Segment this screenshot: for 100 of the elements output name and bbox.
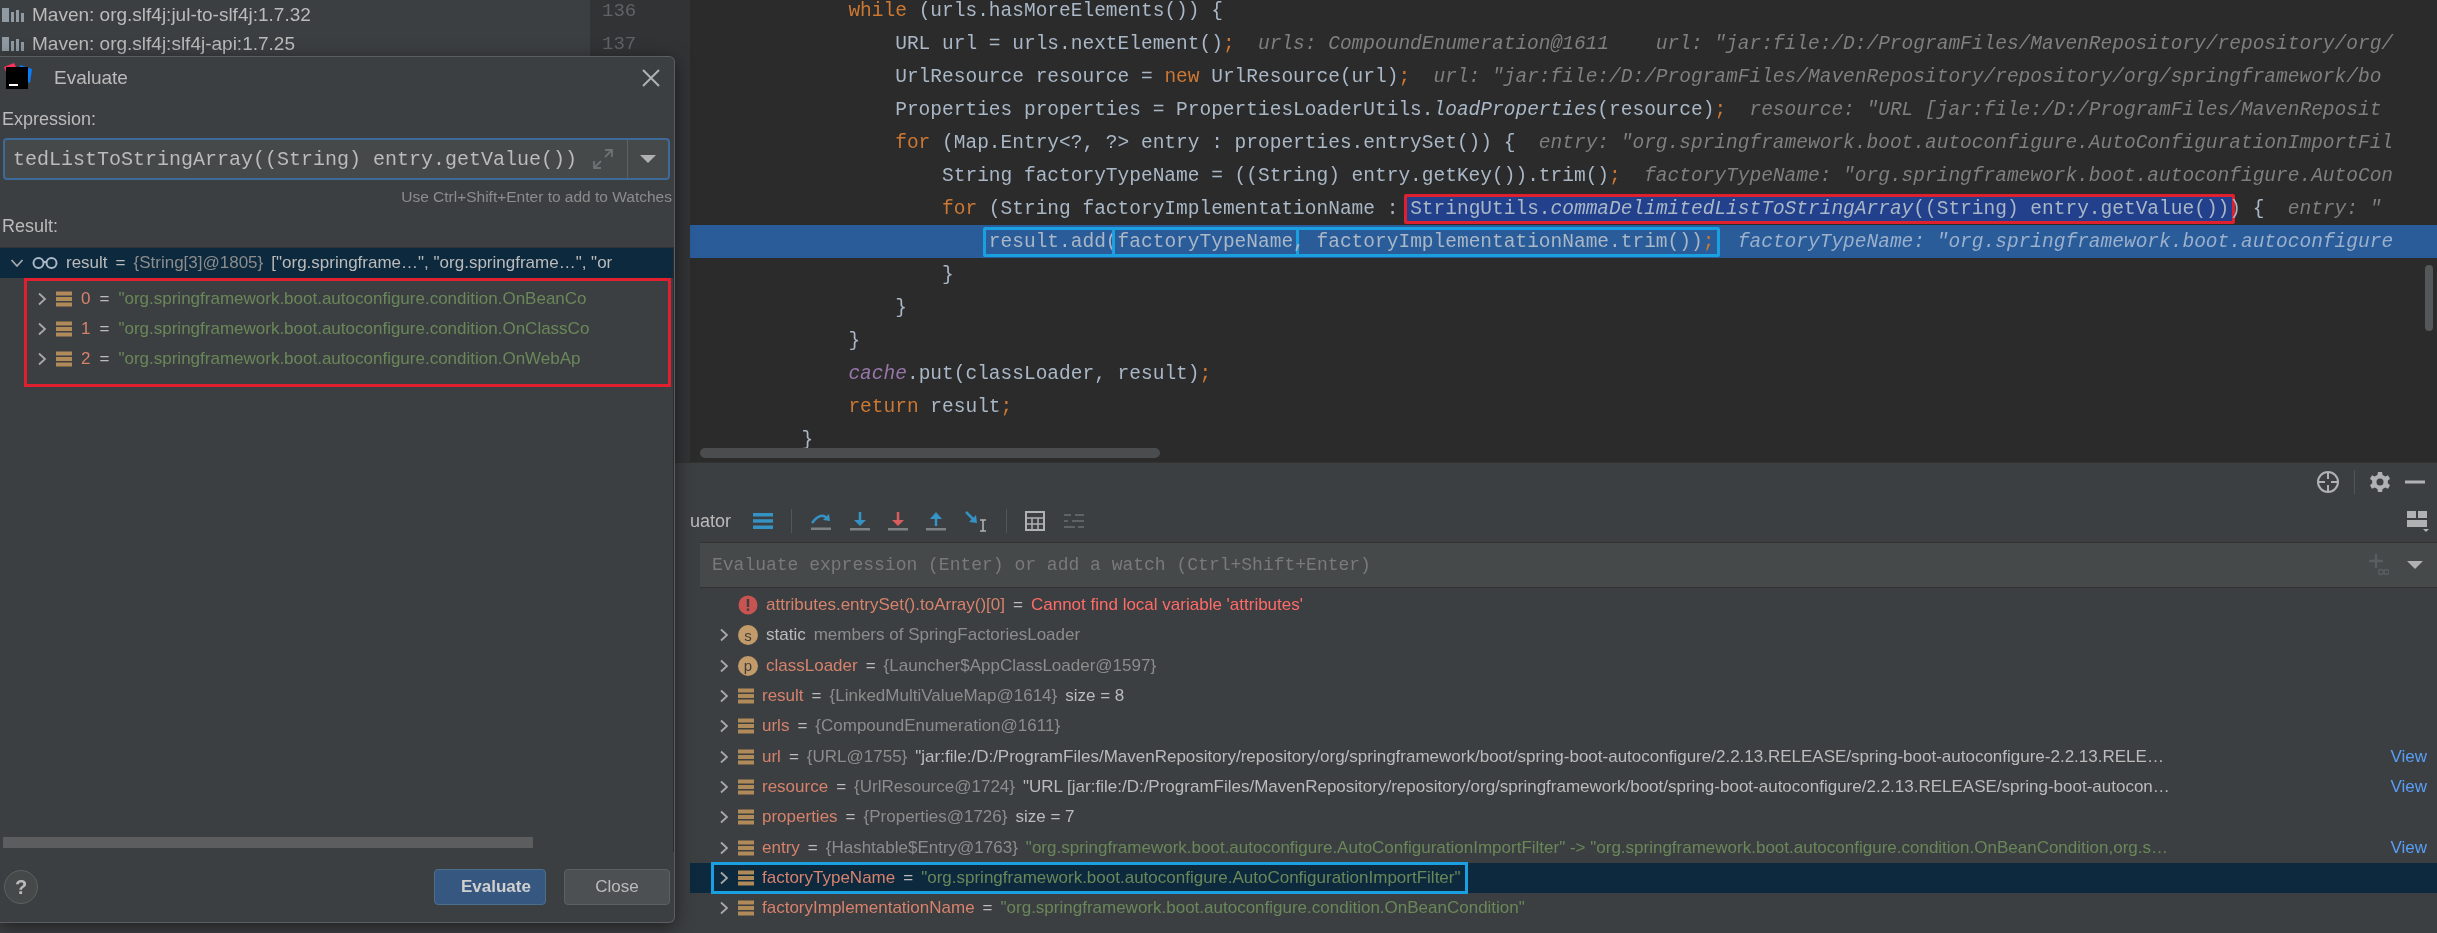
chevron-right-icon[interactable] xyxy=(719,658,729,673)
settings-icon[interactable] xyxy=(2369,470,2391,493)
view-link[interactable]: View xyxy=(2382,776,2427,797)
equals-sign: = xyxy=(1013,595,1023,616)
equals-sign: = xyxy=(99,349,110,369)
variable-name: attributes.entrySet().toArray()[0] xyxy=(766,595,1006,616)
glasses-icon xyxy=(32,256,58,270)
equals-sign: = xyxy=(788,746,799,767)
member-badge: s xyxy=(738,625,758,646)
chevron-right-icon[interactable] xyxy=(719,749,729,764)
variable-value: size = 7 xyxy=(1015,807,1075,828)
stack-icon xyxy=(738,778,754,795)
calculator-icon[interactable] xyxy=(1025,511,1046,531)
expression-label: Expression: xyxy=(1,108,98,131)
chevron-right-icon[interactable] xyxy=(37,352,47,366)
scrollbar[interactable] xyxy=(2425,265,2433,331)
result-label: Result: xyxy=(1,215,60,238)
result-item[interactable]: 0 = "org.springframework.boot.autoconfigure.condition.OnBeanCo xyxy=(27,284,668,314)
member-badge: p xyxy=(738,655,758,676)
scrollbar[interactable] xyxy=(700,448,1160,458)
equals-sign: = xyxy=(115,253,126,273)
variable-name: classLoader xyxy=(766,655,858,676)
evaluate-button[interactable]: Evaluate xyxy=(434,869,546,905)
chevron-right-icon[interactable] xyxy=(719,901,729,916)
variable-row[interactable]: s static members of SpringFactoriesLoader xyxy=(690,620,2437,651)
run-to-cursor-icon[interactable] xyxy=(964,510,989,532)
variable-row[interactable]: factoryTypeName = "org.springframework.boot.autoconfigure.AutoConfigurationImportFilter" xyxy=(690,862,2437,893)
chevron-right-icon[interactable] xyxy=(719,810,729,825)
stack-icon xyxy=(738,748,754,765)
type-label: {String[3]@1805} xyxy=(133,253,264,273)
code-text: } xyxy=(895,296,907,319)
equals-sign: = xyxy=(845,807,856,828)
type-label: {Launcher$AppClassLoader@1597} xyxy=(883,655,1157,676)
minimize-icon[interactable] xyxy=(2405,479,2425,484)
chevron-right-icon[interactable] xyxy=(719,779,729,794)
inline-value-hint: urls: CompoundEnumeration@1611 xyxy=(1257,32,1610,55)
variable-value: ["org.springframe…", "org.springframe…", "or xyxy=(271,253,613,273)
variable-row[interactable]: p classLoader = {Launcher$AppClassLoader@1597} xyxy=(690,650,2437,681)
chevron-right-icon[interactable] xyxy=(719,689,729,704)
result-item[interactable]: 1 = "org.springframework.boot.autoconfigure.condition.OnClassCo xyxy=(27,314,668,344)
help-button[interactable]: ? xyxy=(4,870,38,904)
error-icon xyxy=(738,595,758,616)
close-icon[interactable] xyxy=(642,69,660,87)
chevron-right-icon[interactable] xyxy=(719,870,729,885)
inline-value-hint: url: "jar:file:/D:/ProgramFiles/MavenRepository/repository/org/ xyxy=(1655,32,2394,55)
force-step-into-icon[interactable] xyxy=(888,511,909,531)
chevron-right-icon[interactable] xyxy=(719,840,729,855)
result-item[interactable]: 2 = "org.springframework.boot.autoconfigure.condition.OnWebAp xyxy=(27,344,668,374)
layout-icon[interactable] xyxy=(2407,510,2429,532)
variable-row[interactable]: urls = {CompoundEnumeration@1611} xyxy=(690,711,2437,742)
variable-name: 0 xyxy=(81,289,91,309)
variable-name: properties xyxy=(762,807,838,828)
variable-row[interactable]: url = {URL@1755} "jar:file:/D:/ProgramFiles/MavenRepository/repository/org/springframework/boot/spring-boot-autoconfigure/2.2.13.RELEASE/spring-boot-autoconfigure-2.2.13.RELE… View xyxy=(690,741,2437,772)
expression-field[interactable]: tedListToStringArray((String) entry.getValue()) xyxy=(3,138,670,180)
caret-icon[interactable] xyxy=(640,154,656,164)
crosshair-icon[interactable] xyxy=(2316,469,2340,494)
code-text: URL url = urls.nextElement(); xyxy=(895,32,1235,55)
variable-row[interactable]: entry = {Hashtable$Entry@1763} "org.springframework.boot.autoconfigure.AutoConfigurationImportFilter" -> "org.springframework.boot.autoconfigure.condition.OnBeanCondition,org.s… View xyxy=(690,832,2437,863)
code-text: } xyxy=(942,263,954,286)
chevron-down-icon[interactable] xyxy=(10,258,24,268)
tree-item[interactable]: Maven: org.slf4j:jul-to-slf4j:1.7.32 xyxy=(0,0,590,29)
variable-value: "org.springframework.boot.autoconfigure.AutoConfigurationImportFilter" xyxy=(921,867,1461,888)
chevron-right-icon[interactable] xyxy=(37,292,47,306)
step-into-icon[interactable] xyxy=(850,511,871,531)
variable-name: resource xyxy=(762,776,829,797)
variable-row[interactable]: attributes.entrySet().toArray()[0] = Cannot find local variable 'attributes' xyxy=(690,590,2437,621)
inline-value-hint: url: "jar:file:/D:/ProgramFiles/MavenRepository/repository/org/springframework/bo xyxy=(1433,65,2382,88)
caret-icon[interactable] xyxy=(2407,560,2423,570)
close-button[interactable]: Close xyxy=(564,869,670,905)
variable-row[interactable]: properties = {Properties@1726} size = 7 xyxy=(690,802,2437,833)
chevron-right-icon[interactable] xyxy=(719,719,729,734)
code-text: String factoryTypeName = ((String) entry.getKey()).trim(); xyxy=(942,164,1621,187)
variable-name: url xyxy=(762,746,781,767)
tree-item[interactable]: Maven: org.slf4j:slf4j-api:1.7.25 xyxy=(0,29,590,58)
chevron-right-icon[interactable] xyxy=(719,628,729,643)
equals-sign: = xyxy=(99,289,110,309)
type-label: {Hashtable$Entry@1763} xyxy=(825,837,1018,858)
code-text: } xyxy=(848,329,861,352)
variable-value: "org.springframework.boot.autoconfigure.condition.OnWebAp xyxy=(118,349,581,369)
panel-tab[interactable]: uator xyxy=(690,510,732,532)
equals-sign: = xyxy=(903,867,914,888)
variable-row[interactable]: resource = {UrlResource@1724} "URL [jar:file:/D:/ProgramFiles/MavenRepository/repository/org/springframework/boot/spring-boot-autoconfigure/2.2.13.RELEASE/spring-boot-autocon… View xyxy=(690,771,2437,803)
result-row[interactable]: result = {String[3]@1805} ["org.springframe…", "org.springframe…", "or xyxy=(0,248,673,278)
library-icon xyxy=(2,5,24,24)
chevron-right-icon[interactable] xyxy=(37,322,47,336)
code-text: while (urls.hasMoreElements()) { xyxy=(848,0,1223,22)
code-text: return result; xyxy=(848,395,1013,418)
list-icon[interactable] xyxy=(753,512,774,530)
view-link[interactable]: View xyxy=(2382,746,2427,767)
equals-sign: = xyxy=(982,898,993,919)
step-out-icon[interactable] xyxy=(926,511,947,531)
variable-row[interactable]: factoryImplementationName = "org.springframework.boot.autoconfigure.condition.OnBeanCondition" xyxy=(690,892,2437,924)
view-link[interactable]: View xyxy=(2382,837,2427,858)
inline-value-hint: entry: " xyxy=(2287,197,2382,220)
type-label: {Properties@1726} xyxy=(863,807,1008,828)
variable-name: entry xyxy=(762,837,800,858)
scrollbar[interactable] xyxy=(3,837,533,848)
variable-name: 1 xyxy=(81,319,91,339)
dialog-title: Evaluate xyxy=(54,67,128,89)
variable-row[interactable]: result = {LinkedMultiValueMap@1614} size = 8 xyxy=(690,680,2437,712)
